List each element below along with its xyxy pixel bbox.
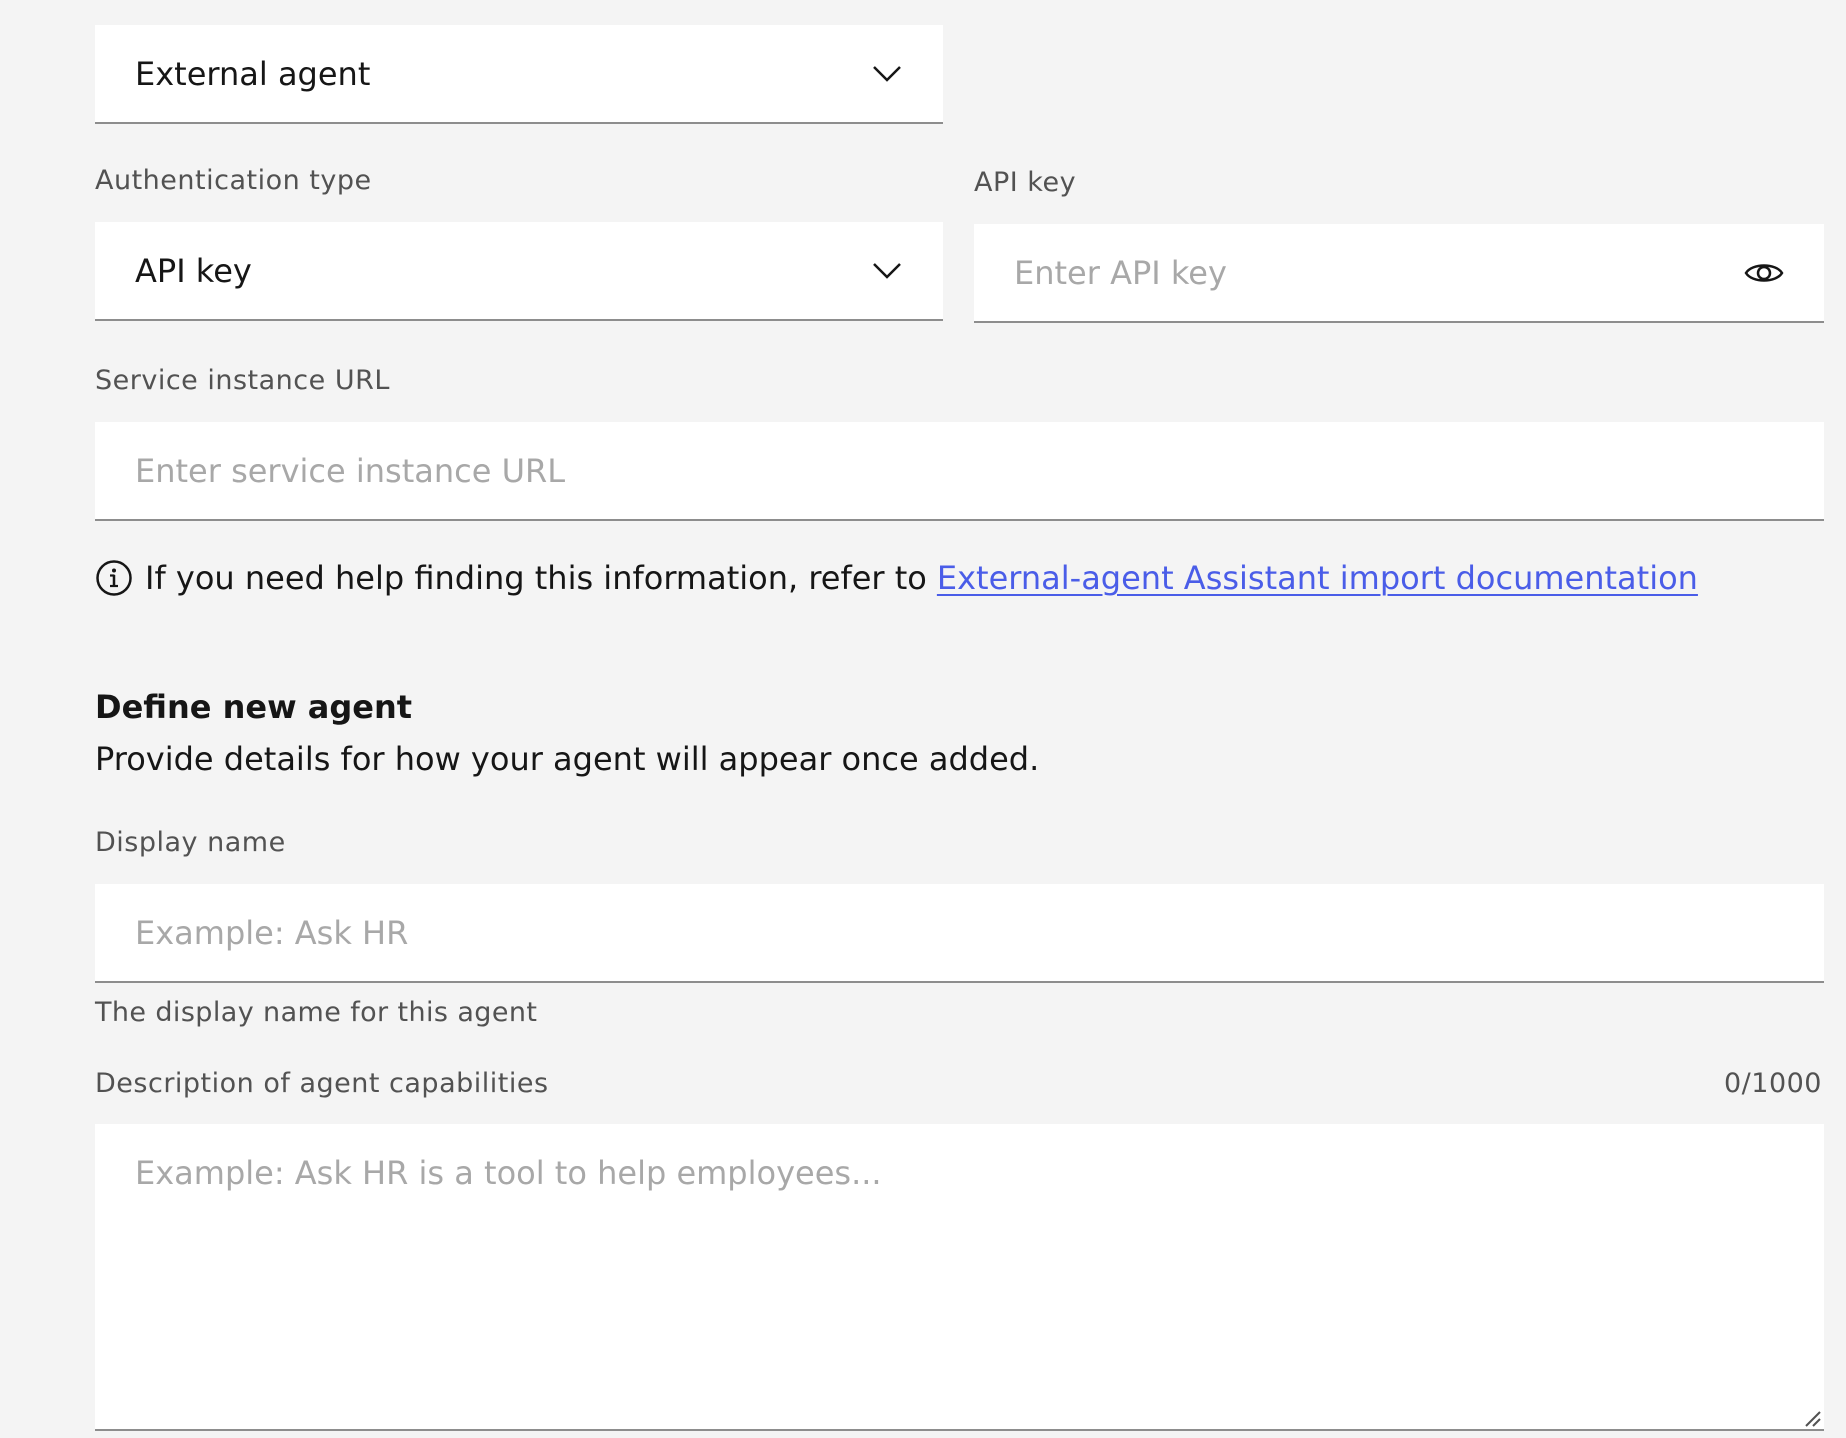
- authentication-type-dropdown[interactable]: API key: [95, 222, 943, 321]
- service-url-label: Service instance URL: [95, 365, 390, 396]
- section-subtitle: Provide details for how your agent will …: [95, 740, 1040, 778]
- info-icon: [95, 559, 133, 597]
- display-name-helper: The display name for this agent: [95, 997, 538, 1028]
- api-key-input[interactable]: [1014, 253, 1744, 292]
- help-info-row: If you need help finding this informatio…: [95, 555, 1698, 601]
- character-counter: 0/1000: [1724, 1068, 1822, 1099]
- authentication-type-selected: API key: [135, 251, 252, 290]
- display-name-input[interactable]: [135, 913, 1784, 952]
- help-text: If you need help finding this informatio…: [145, 559, 927, 597]
- chevron-down-icon: [871, 58, 903, 90]
- authentication-type-label: Authentication type: [95, 165, 372, 196]
- resize-handle-icon[interactable]: [1802, 1408, 1822, 1428]
- documentation-link[interactable]: External-agent Assistant import document…: [937, 559, 1698, 597]
- api-key-field: [974, 224, 1824, 323]
- agent-source-selected: External agent: [135, 54, 371, 93]
- chevron-down-icon: [871, 255, 903, 287]
- display-name-field: [95, 884, 1824, 983]
- service-url-input[interactable]: [135, 451, 1784, 490]
- section-title: Define new agent: [95, 688, 413, 726]
- display-name-label: Display name: [95, 827, 286, 858]
- eye-icon[interactable]: [1744, 257, 1784, 289]
- description-label: Description of agent capabilities: [95, 1068, 549, 1099]
- service-url-field: [95, 422, 1824, 521]
- api-key-label: API key: [974, 167, 1077, 198]
- agent-source-dropdown[interactable]: External agent: [95, 25, 943, 124]
- description-textarea[interactable]: [95, 1124, 1824, 1431]
